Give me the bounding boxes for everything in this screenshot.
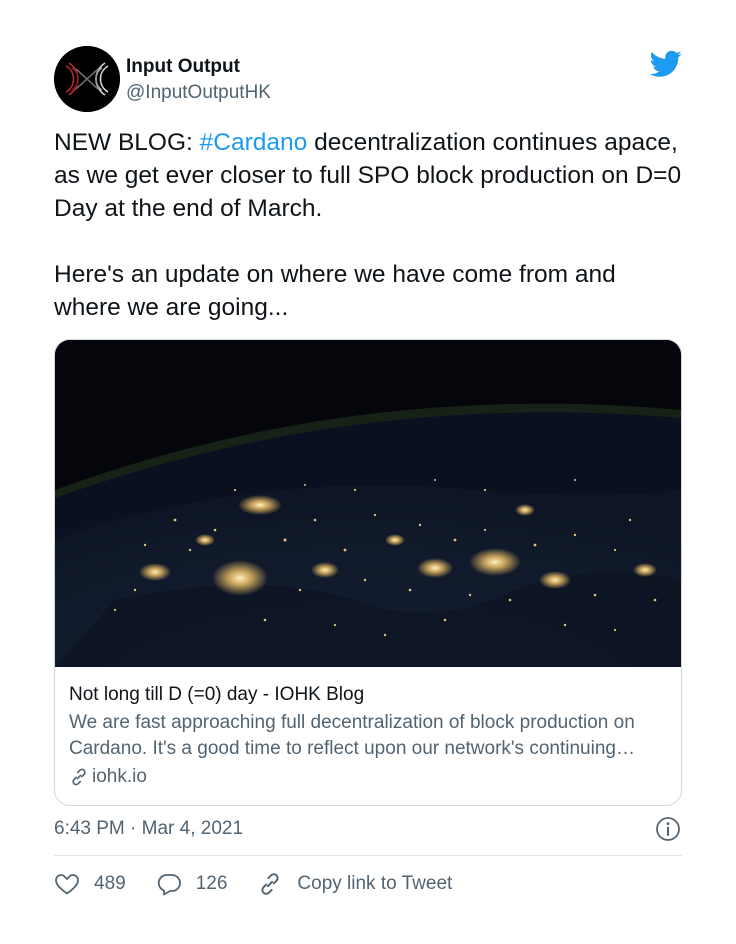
reply-icon	[157, 874, 181, 896]
earth-night-image	[55, 340, 681, 667]
card-image[interactable]	[55, 340, 681, 667]
card-description-line-1: We are fast approaching full decentraliz…	[69, 712, 635, 733]
info-icon[interactable]	[655, 816, 681, 842]
card-domain[interactable]: iohk.io	[69, 765, 669, 789]
twitter-bird-icon[interactable]	[650, 50, 682, 78]
iohk-logo-icon	[54, 46, 120, 112]
link-icon	[261, 873, 279, 895]
card-description-line-2: Cardano. It's a good time to reflect upo…	[69, 738, 635, 759]
author-info: Input Output @InputOutputHK	[126, 55, 271, 105]
author-name[interactable]: Input Output	[126, 55, 271, 79]
tweet-timestamp[interactable]: 6:43 PM · Mar 4, 2021	[54, 817, 243, 841]
tweet-header: Input Output @InputOutputHK	[54, 46, 684, 112]
card-domain-text: iohk.io	[92, 766, 147, 787]
heart-icon	[55, 874, 79, 895]
copy-link-button[interactable]: Copy link to Tweet	[257, 871, 452, 897]
author-handle[interactable]: @InputOutputHK	[126, 81, 271, 105]
tweet-actions: 489 126 Copy link to Tweet	[54, 868, 482, 900]
card-title[interactable]: Not long till D (=0) day - IOHK Blog	[69, 683, 669, 707]
like-count: 489	[94, 873, 126, 894]
like-button[interactable]: 489	[54, 872, 126, 896]
reply-count: 126	[195, 873, 228, 894]
reply-button[interactable]: 126	[156, 872, 228, 896]
tweet-text: NEW BLOG: #Cardano decentralization cont…	[54, 126, 684, 324]
avatar[interactable]	[54, 46, 120, 112]
divider	[54, 855, 682, 856]
copy-link-label: Copy link to Tweet	[297, 873, 453, 894]
tweet-paragraph-2: Here's an update on where we have come f…	[54, 261, 616, 321]
link-icon	[72, 768, 86, 786]
link-preview-card[interactable]: Not long till D (=0) day - IOHK Blog We …	[54, 339, 682, 806]
tweet-text-pre: NEW BLOG:	[54, 129, 200, 156]
tweet-paragraph-1: NEW BLOG: #Cardano decentralization cont…	[54, 126, 684, 225]
card-body: Not long till D (=0) day - IOHK Blog We …	[69, 683, 669, 789]
hashtag-link[interactable]: #Cardano	[200, 129, 308, 156]
